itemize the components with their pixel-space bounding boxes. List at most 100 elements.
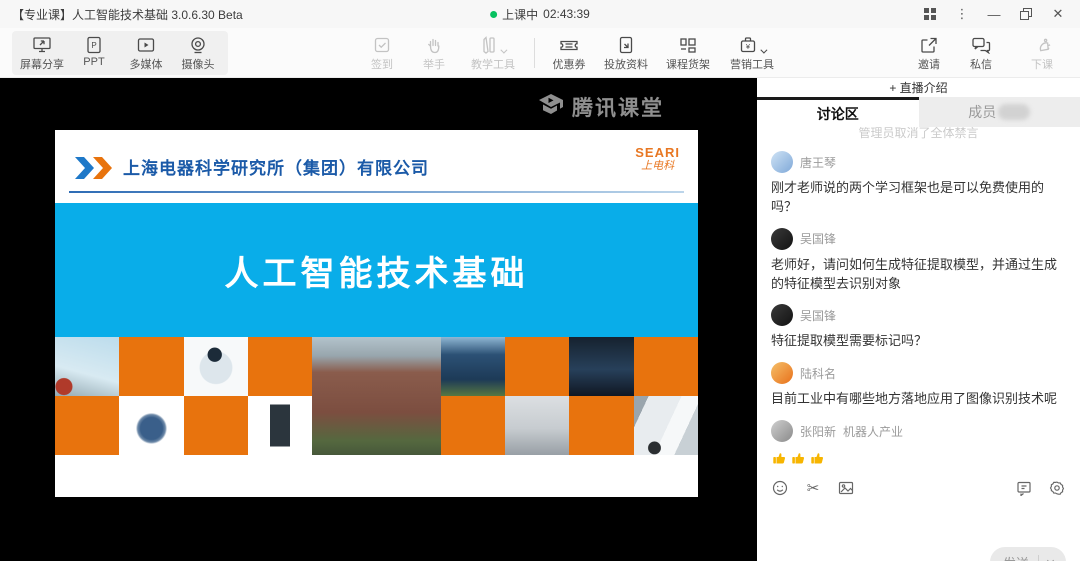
chat-message: 张阳新机器人产业: [771, 420, 1066, 467]
invite-icon: [920, 34, 938, 54]
chat-text: 老师好，请问如何生成特征提取模型，并通过生成的特征模型去识别对象: [771, 256, 1066, 294]
gallery-cell-building: [312, 337, 441, 455]
ppt-label: PPT: [83, 56, 104, 68]
chat-usertag: 机器人产业: [843, 423, 903, 440]
tab-members[interactable]: 成员: [919, 97, 1080, 127]
tab-discussion-label: 讨论区: [817, 104, 859, 124]
close-icon[interactable]: ✕: [1044, 3, 1072, 25]
system-message: 管理员取消了全体禁言: [771, 127, 1066, 141]
camera-label: 摄像头: [182, 56, 215, 72]
chat-message: 唐王琴刚才老师说的两个学习框架也是可以免费使用的吗？: [771, 151, 1066, 217]
window-controls: ⋮ — ✕: [916, 3, 1080, 25]
course-shelf-button[interactable]: 课程货架: [657, 34, 719, 72]
tencent-classroom-watermark: 腾讯课堂: [538, 92, 664, 122]
thumbs-up-emoji: [809, 450, 826, 466]
window-title: 【专业课】人工智能技术基础 3.0.6.30 Beta: [0, 6, 243, 23]
checkin-button[interactable]: 签到: [356, 34, 408, 72]
slide-gallery: [55, 337, 698, 455]
camera-icon: [189, 34, 207, 54]
slide: 上海电器科学研究所（集团）有限公司 SEARI 上电科 人工智能技术基础: [55, 130, 698, 497]
seari-logo-text: SEARI: [635, 146, 680, 160]
app-window: 【专业课】人工智能技术基础 3.0.6.30 Beta 上课中 02:43:39…: [0, 0, 1080, 561]
chat-text: 刚才老师说的两个学习框架也是可以免费使用的吗？: [771, 179, 1066, 217]
direct-message-label: 私信: [970, 56, 992, 72]
class-status-label: 上课中: [502, 6, 538, 23]
multimedia-label: 多媒体: [130, 56, 163, 72]
chat-message: 吴国锋特征提取模型需要标记吗？: [771, 304, 1066, 351]
teaching-tools-button[interactable]: 教学工具: [460, 34, 526, 72]
company-name: 上海电器科学研究所（集团）有限公司: [123, 154, 429, 179]
chat-username: 张阳新: [800, 423, 836, 440]
gallery-cell-orange: [248, 337, 312, 396]
gallery-cell-wind: [55, 337, 119, 396]
direct-message-button[interactable]: 私信: [955, 34, 1007, 72]
send-divider: [1038, 555, 1039, 561]
member-count-blurred: [998, 104, 1030, 120]
gallery-cell-orange: [569, 396, 633, 455]
marketing-tools-icon: ¥: [739, 34, 765, 54]
chat-text: [771, 448, 1066, 467]
coupon-button[interactable]: 优惠券: [543, 34, 595, 72]
layout-grid-icon[interactable]: [916, 3, 944, 25]
tab-discussion[interactable]: 讨论区: [757, 97, 919, 127]
raise-hand-button[interactable]: 举手: [408, 34, 460, 72]
thumbs-up-emoji: [790, 450, 807, 466]
seari-logo-subtext: 上电科: [635, 160, 680, 172]
slide-title: 人工智能技术基础: [225, 246, 529, 295]
screen-share-button[interactable]: 屏幕分享: [16, 34, 68, 72]
gallery-cell-robot: [184, 337, 248, 396]
screen-share-label: 屏幕分享: [20, 56, 64, 72]
presentation-stage: 腾讯课堂 上海电器科学研究所（集团）有限公司 SEARI 上电科 人工智能技术: [0, 78, 757, 561]
live-status-dot: [490, 11, 497, 18]
multimedia-button[interactable]: 多媒体: [120, 34, 172, 72]
svg-text:¥: ¥: [746, 42, 751, 51]
chat-username: 陆科名: [800, 365, 836, 382]
avatar: [771, 304, 793, 326]
send-button-label: 发送: [1003, 553, 1029, 561]
send-button[interactable]: 发送: [990, 547, 1066, 561]
add-live-intro-button[interactable]: + 直播介绍: [757, 78, 1080, 97]
toolbar-divider: [534, 38, 535, 68]
screenshot-scissors-icon[interactable]: ✂: [804, 479, 822, 497]
end-class-button[interactable]: 下课: [1016, 34, 1068, 72]
raise-hand-label: 举手: [423, 56, 445, 72]
chat-settings-gear-icon[interactable]: [1048, 479, 1066, 497]
main-toolbar: 屏幕分享 P PPT 多媒体 摄像头: [0, 28, 1080, 78]
gallery-cell-motor: [119, 396, 183, 455]
more-menu-icon[interactable]: ⋮: [948, 3, 976, 25]
camera-button[interactable]: 摄像头: [172, 34, 224, 72]
marketing-tools-label: 营销工具: [730, 56, 774, 72]
composer-toolbar: ✂: [757, 473, 1080, 503]
ppt-icon: P: [86, 34, 102, 54]
slide-footer: [55, 455, 698, 497]
avatar: [771, 228, 793, 250]
minimize-icon[interactable]: —: [980, 3, 1008, 25]
panel-tabs: 讨论区 成员: [757, 97, 1080, 127]
slide-header: 上海电器科学研究所（集团）有限公司 SEARI 上电科: [55, 130, 698, 203]
chat-text: 目前工业中有哪些地方落地应用了图像识别技术呢: [771, 390, 1066, 409]
header-rule: [69, 191, 684, 193]
invite-button[interactable]: 邀请: [903, 34, 955, 72]
chevron-down-icon: [500, 46, 507, 53]
message-list[interactable]: 管理员取消了全体禁言 唐王琴刚才老师说的两个学习框架也是可以免费使用的吗？ 吴国锋…: [757, 127, 1080, 473]
marketing-tools-button[interactable]: ¥ 营销工具: [719, 34, 785, 72]
coupon-label: 优惠券: [553, 56, 586, 72]
direct-message-icon: [971, 34, 991, 54]
image-icon[interactable]: [837, 479, 855, 497]
restore-icon[interactable]: [1012, 3, 1040, 25]
emoji-icon[interactable]: [771, 479, 789, 497]
checkin-label: 签到: [371, 56, 393, 72]
message-manage-icon[interactable]: [1015, 479, 1033, 497]
gallery-cell-breaker: [248, 396, 312, 455]
end-class-bell-icon: [1033, 34, 1051, 54]
gallery-cell-orange: [184, 396, 248, 455]
ppt-button[interactable]: P PPT: [68, 34, 120, 72]
gallery-cell-orange: [634, 337, 698, 396]
teaching-tools-label: 教学工具: [471, 56, 515, 72]
gallery-cell-orange: [441, 396, 505, 455]
gallery-cell-orange: [119, 337, 183, 396]
teaching-tools-icon: [481, 34, 505, 54]
materials-label: 投放资料: [604, 56, 648, 72]
materials-button[interactable]: 投放资料: [595, 34, 657, 72]
gallery-cell-room: [505, 396, 569, 455]
